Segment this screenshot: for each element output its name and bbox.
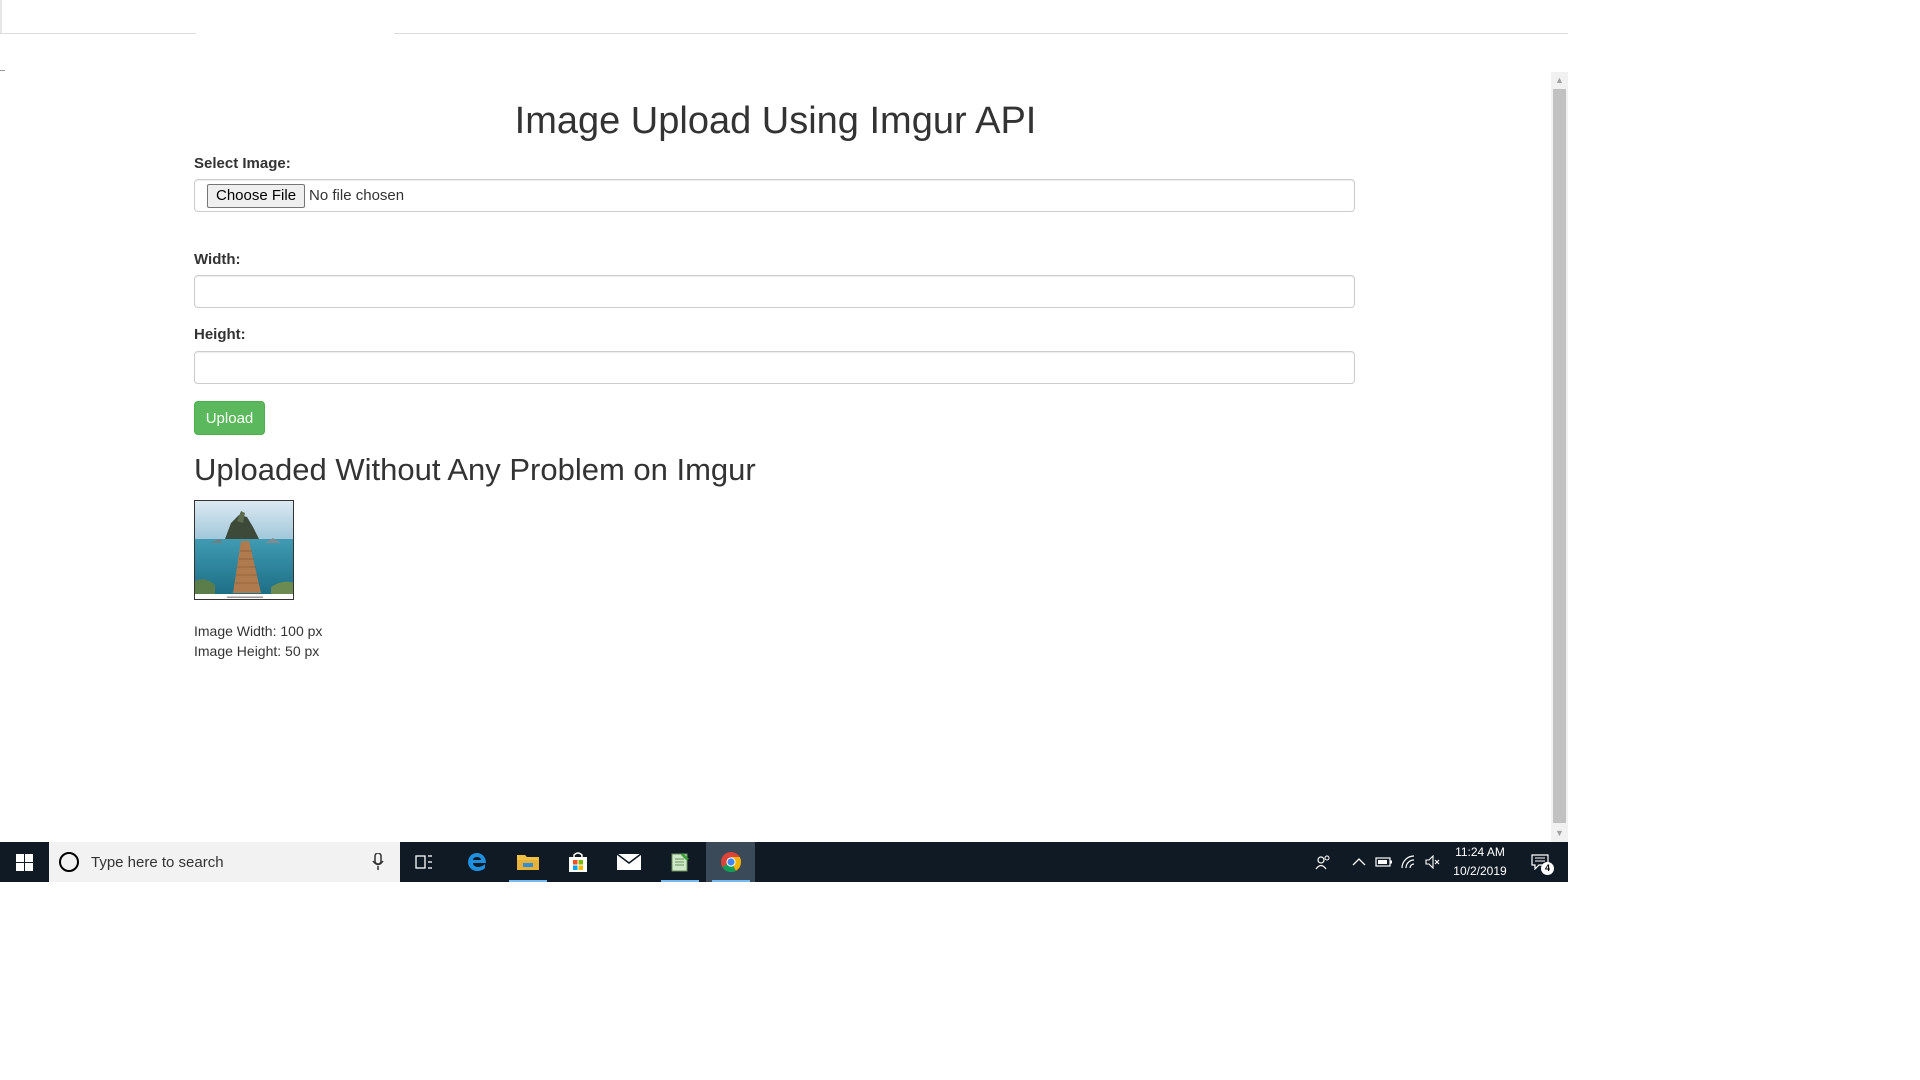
- store-icon: [569, 852, 587, 872]
- upload-button[interactable]: Upload: [194, 401, 265, 435]
- task-view-button[interactable]: [400, 842, 448, 882]
- people-icon: [1315, 855, 1330, 870]
- running-indicator: [712, 880, 750, 882]
- scrollbar-thumb[interactable]: [1553, 89, 1566, 823]
- microphone-icon[interactable]: [372, 853, 384, 871]
- volume-muted-icon: [1425, 855, 1440, 869]
- chevron-up-icon: [1352, 858, 1366, 866]
- network-button[interactable]: [1398, 842, 1420, 882]
- window-edge: [0, 0, 2, 33]
- battery-button[interactable]: [1373, 842, 1395, 882]
- taskbar-app-notepad[interactable]: [655, 842, 705, 882]
- start-button[interactable]: [0, 842, 48, 882]
- select-image-label: Select Image:: [194, 155, 291, 172]
- edge-icon: [468, 853, 486, 871]
- taskbar-app-mail[interactable]: [604, 842, 654, 882]
- image-width-text: Image Width: 100 px: [194, 623, 323, 639]
- height-label: Height:: [194, 326, 246, 343]
- active-tab-gap: [196, 30, 394, 34]
- clock-time[interactable]: 11:24 AM: [1446, 845, 1514, 859]
- task-view-icon: [415, 855, 432, 869]
- taskbar-app-file-explorer[interactable]: [503, 842, 553, 882]
- scroll-up-arrow-icon[interactable]: ▲: [1551, 72, 1568, 89]
- edge-mark: [0, 70, 5, 71]
- file-explorer-icon: [517, 855, 539, 870]
- volume-button[interactable]: [1422, 842, 1444, 882]
- uploaded-image-thumbnail: [194, 500, 294, 600]
- running-indicator: [661, 880, 699, 882]
- people-button[interactable]: [1310, 842, 1336, 882]
- taskbar-app-store[interactable]: [553, 842, 603, 882]
- notification-count-badge: 4: [1541, 862, 1554, 875]
- choose-file-button[interactable]: Choose File: [207, 183, 306, 208]
- width-label: Width:: [194, 251, 241, 268]
- chrome-icon: [720, 852, 741, 873]
- wifi-icon: [1401, 855, 1415, 869]
- show-hidden-icons-button[interactable]: [1348, 842, 1370, 882]
- pier-landscape-image: [195, 501, 293, 599]
- taskbar-app-chrome[interactable]: [706, 842, 755, 882]
- search-placeholder: Type here to search: [91, 853, 224, 871]
- browser-top-strip: [0, 0, 1568, 34]
- page-scrollbar[interactable]: ▲ ▼: [1551, 72, 1568, 842]
- scroll-down-arrow-icon[interactable]: ▼: [1551, 825, 1568, 842]
- height-input[interactable]: [194, 351, 1355, 384]
- width-input[interactable]: [194, 275, 1355, 308]
- windows-logo-icon: [15, 853, 33, 871]
- file-input[interactable]: Choose File No file chosen: [194, 179, 1355, 212]
- image-height-text: Image Height: 50 px: [194, 643, 320, 659]
- windows-taskbar: Type here to search 11:24 AM 10/2/2019 4: [0, 842, 1568, 882]
- clock-date[interactable]: 10/2/2019: [1446, 864, 1514, 878]
- file-status-text: No file chosen: [309, 187, 405, 204]
- page-title: Image Upload Using Imgur API: [514, 100, 1037, 142]
- running-indicator: [509, 880, 547, 882]
- battery-icon: [1375, 857, 1392, 867]
- mail-icon: [616, 853, 642, 870]
- result-heading: Uploaded Without Any Problem on Imgur: [194, 452, 756, 487]
- taskbar-app-edge[interactable]: [452, 842, 502, 882]
- notepad-icon: [671, 853, 689, 872]
- taskbar-search-box[interactable]: Type here to search: [49, 842, 400, 882]
- cortana-icon[interactable]: [59, 852, 79, 872]
- action-center-button[interactable]: 4: [1520, 842, 1560, 882]
